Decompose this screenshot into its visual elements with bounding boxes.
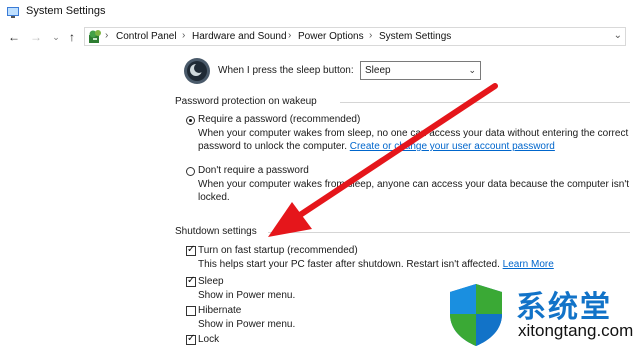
address-dropdown-icon[interactable]: ⌄	[614, 30, 622, 41]
learn-more-link[interactable]: Learn More	[503, 259, 554, 270]
sleep-option-label[interactable]: Sleep	[198, 276, 224, 287]
require-password-desc-line2: password to unlock the computer. Create …	[198, 141, 555, 152]
password-section-title: Password protection on wakeup	[175, 96, 317, 107]
forward-icon[interactable]: →	[28, 29, 44, 45]
fast-startup-desc: This helps start your PC faster after sh…	[198, 259, 503, 270]
title-bar: System Settings	[0, 0, 640, 26]
checkmark-icon: ✓	[187, 333, 196, 344]
section-divider	[340, 102, 630, 103]
require-password-label[interactable]: Require a password (recommended)	[198, 114, 360, 125]
control-panel-icon	[89, 30, 101, 43]
fast-startup-checkbox[interactable]: ✓	[186, 244, 196, 256]
watermark: 系统堂 xitongtang.com	[438, 278, 640, 351]
address-bar[interactable]: › Control Panel › Hardware and Sound › P…	[84, 27, 626, 46]
chevron-down-icon: ⌄	[468, 65, 476, 75]
sleep-option-desc: Show in Power menu.	[198, 290, 296, 301]
breadcrumb-separator: ›	[369, 30, 373, 41]
lock-option-label[interactable]: Lock	[198, 334, 219, 345]
no-password-radio[interactable]	[186, 167, 195, 176]
fast-startup-desc-line: This helps start your PC faster after sh…	[198, 259, 554, 270]
require-password-desc-text: password to unlock the computer.	[198, 141, 350, 152]
checkmark-icon: ✓	[187, 244, 196, 255]
change-password-link[interactable]: Create or change your user account passw…	[350, 141, 555, 152]
sleep-button-icon	[184, 58, 210, 84]
hibernate-checkbox[interactable]	[186, 306, 196, 316]
sleep-select-value: Sleep	[365, 65, 391, 76]
breadcrumb-system-settings[interactable]: System Settings	[379, 31, 451, 42]
hibernate-option-desc: Show in Power menu.	[198, 319, 296, 330]
shield-logo-icon	[450, 284, 502, 346]
breadcrumb-separator: ›	[288, 30, 292, 41]
lock-checkbox[interactable]: ✓	[186, 333, 196, 345]
up-icon[interactable]: ↑	[64, 29, 80, 45]
shutdown-section-title: Shutdown settings	[175, 226, 257, 237]
sleep-button-label: When I press the sleep button:	[218, 65, 354, 76]
breadcrumb-separator: ›	[105, 30, 109, 41]
recent-locations-icon[interactable]: ⌄	[48, 29, 64, 45]
require-password-radio[interactable]	[186, 116, 195, 125]
watermark-url: xitongtang.com	[518, 321, 634, 340]
breadcrumb-power-options[interactable]: Power Options	[298, 31, 364, 42]
no-password-desc: When your computer wakes from sleep, any…	[198, 179, 630, 190]
fast-startup-label[interactable]: Turn on fast startup (recommended)	[198, 245, 358, 256]
breadcrumb-hardware-and-sound[interactable]: Hardware and Sound	[192, 31, 287, 42]
navigation-bar: ← → ⌄ ↑ › Control Panel › Hardware and S…	[0, 26, 640, 48]
section-divider	[268, 232, 630, 233]
hibernate-option-label[interactable]: Hibernate	[198, 305, 241, 316]
watermark-chinese-text: 系统堂	[516, 290, 612, 325]
back-icon[interactable]: ←	[6, 29, 22, 45]
no-password-desc-line2: locked.	[198, 192, 230, 203]
require-password-desc: When your computer wakes from sleep, no …	[198, 128, 629, 139]
no-password-label[interactable]: Don't require a password	[198, 165, 309, 176]
app-icon	[7, 7, 19, 18]
breadcrumb-control-panel[interactable]: Control Panel	[116, 31, 177, 42]
checkmark-icon: ✓	[187, 275, 196, 286]
sleep-checkbox[interactable]: ✓	[186, 275, 196, 287]
breadcrumb-separator: ›	[182, 30, 186, 41]
sleep-button-action-select[interactable]: Sleep ⌄	[360, 61, 481, 80]
window-title: System Settings	[26, 5, 106, 17]
